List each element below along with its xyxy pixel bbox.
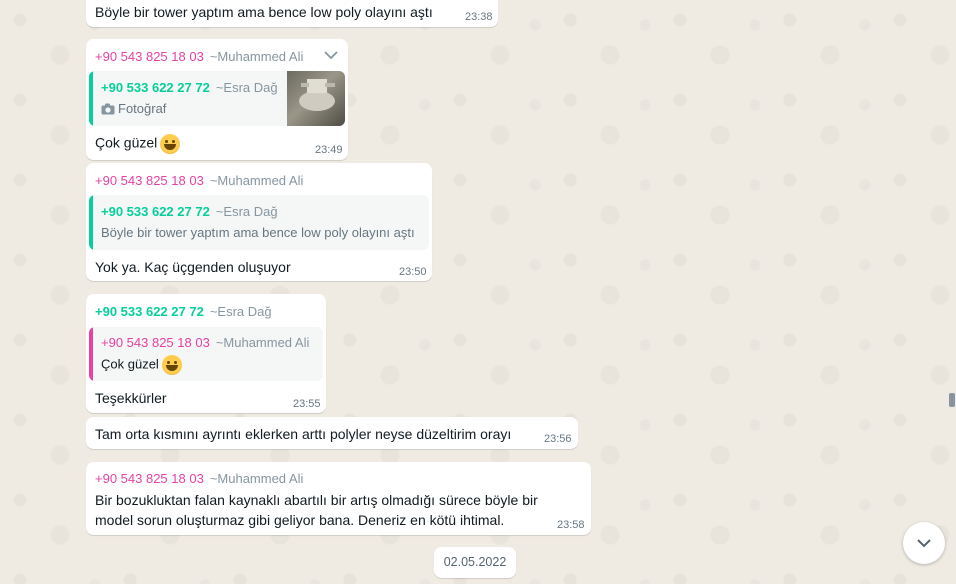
message-bubble[interactable]: +90 533 622 27 72 ~Esra Dağ +90 543 825 1… [86, 294, 326, 413]
sender-phone[interactable]: +90 543 825 18 03 [95, 173, 204, 188]
scrollbar-thumb[interactable] [949, 393, 955, 407]
message-sender: +90 543 825 18 03 ~Muhammed Ali [95, 49, 303, 64]
sender-phone[interactable]: +90 543 825 18 03 [95, 49, 204, 64]
quoted-message[interactable]: +90 533 622 27 72 ~Esra Dağ Fotoğraf [89, 71, 345, 126]
sender-name: ~Muhammed Ali [209, 471, 304, 486]
message-time: 23:50 [399, 266, 427, 278]
chevron-down-icon [915, 536, 933, 555]
photo-thumbnail[interactable] [287, 71, 345, 126]
message-bubble[interactable]: +90 543 825 18 03 ~Muhammed Ali Bir bozuk… [86, 462, 591, 535]
sender-name: ~Muhammed Ali [209, 173, 304, 188]
message-sender: +90 543 825 18 03 ~Muhammed Ali [95, 471, 303, 486]
chevron-down-icon[interactable] [323, 48, 339, 62]
message-sender: +90 533 622 27 72 ~Esra Dağ [95, 304, 272, 319]
message-text: Tam orta kısmını ayrıntı eklerken arttı … [95, 426, 512, 442]
quoted-sender-phone: +90 543 825 18 03 [101, 335, 210, 350]
message-bubble[interactable]: +90 543 825 18 03 ~Muhammed Ali +90 533 6… [86, 39, 348, 160]
quoted-sender-phone: +90 533 622 27 72 [101, 80, 210, 95]
message-bubble[interactable]: Böyle bir tower yaptım ama bence low pol… [86, 0, 498, 27]
message-text: Yok ya. Kaç üçgenden oluşuyor [95, 259, 291, 275]
message-time: 23:58 [557, 519, 585, 531]
date-separator: 02.05.2022 [434, 547, 516, 578]
quoted-sender-phone: +90 533 622 27 72 [101, 204, 210, 219]
quoted-sender-name: ~Esra Dağ [215, 80, 278, 95]
grinning-face-emoji [160, 134, 181, 154]
quoted-sender-name: ~Esra Dağ [215, 204, 278, 219]
quoted-sender-name: ~Muhammed Ali [215, 335, 310, 350]
quoted-message[interactable]: +90 533 622 27 72 ~Esra Dağ Böyle bir tow… [89, 195, 429, 250]
sender-name: ~Esra Dağ [209, 304, 272, 319]
scroll-to-bottom-button[interactable] [903, 522, 945, 564]
message-time: 23:49 [315, 144, 343, 156]
sender-name: ~Muhammed Ali [209, 49, 304, 64]
message-text-line: model sorun oluşturmaz gibi geliyor bana… [95, 512, 505, 528]
sender-phone[interactable]: +90 543 825 18 03 [95, 471, 204, 486]
grinning-face-emoji [161, 355, 182, 375]
camera-icon [101, 102, 115, 115]
message-time: 23:56 [544, 433, 572, 445]
quoted-message[interactable]: +90 543 825 18 03 ~Muhammed Ali Çok güzel [89, 327, 323, 381]
quoted-text: Böyle bir tower yaptım ama bence low pol… [101, 225, 415, 240]
message-text-line: Bir bozukluktan falan kaynaklı abartılı … [95, 492, 538, 508]
sender-phone[interactable]: +90 533 622 27 72 [95, 304, 204, 319]
message-time: 23:38 [465, 11, 493, 23]
message-sender: +90 543 825 18 03 ~Muhammed Ali [95, 173, 303, 188]
message-text: Teşekkürler [95, 390, 167, 406]
message-text: Çok güzel [95, 134, 181, 154]
quoted-text: Çok güzel [101, 355, 182, 375]
quoted-text: Fotoğraf [118, 101, 167, 116]
message-time: 23:55 [293, 398, 321, 410]
message-text: Böyle bir tower yaptım ama bence low pol… [95, 4, 433, 20]
message-bubble[interactable]: Tam orta kısmını ayrıntı eklerken arttı … [86, 417, 578, 449]
message-bubble[interactable]: +90 543 825 18 03 ~Muhammed Ali +90 533 6… [86, 163, 432, 281]
